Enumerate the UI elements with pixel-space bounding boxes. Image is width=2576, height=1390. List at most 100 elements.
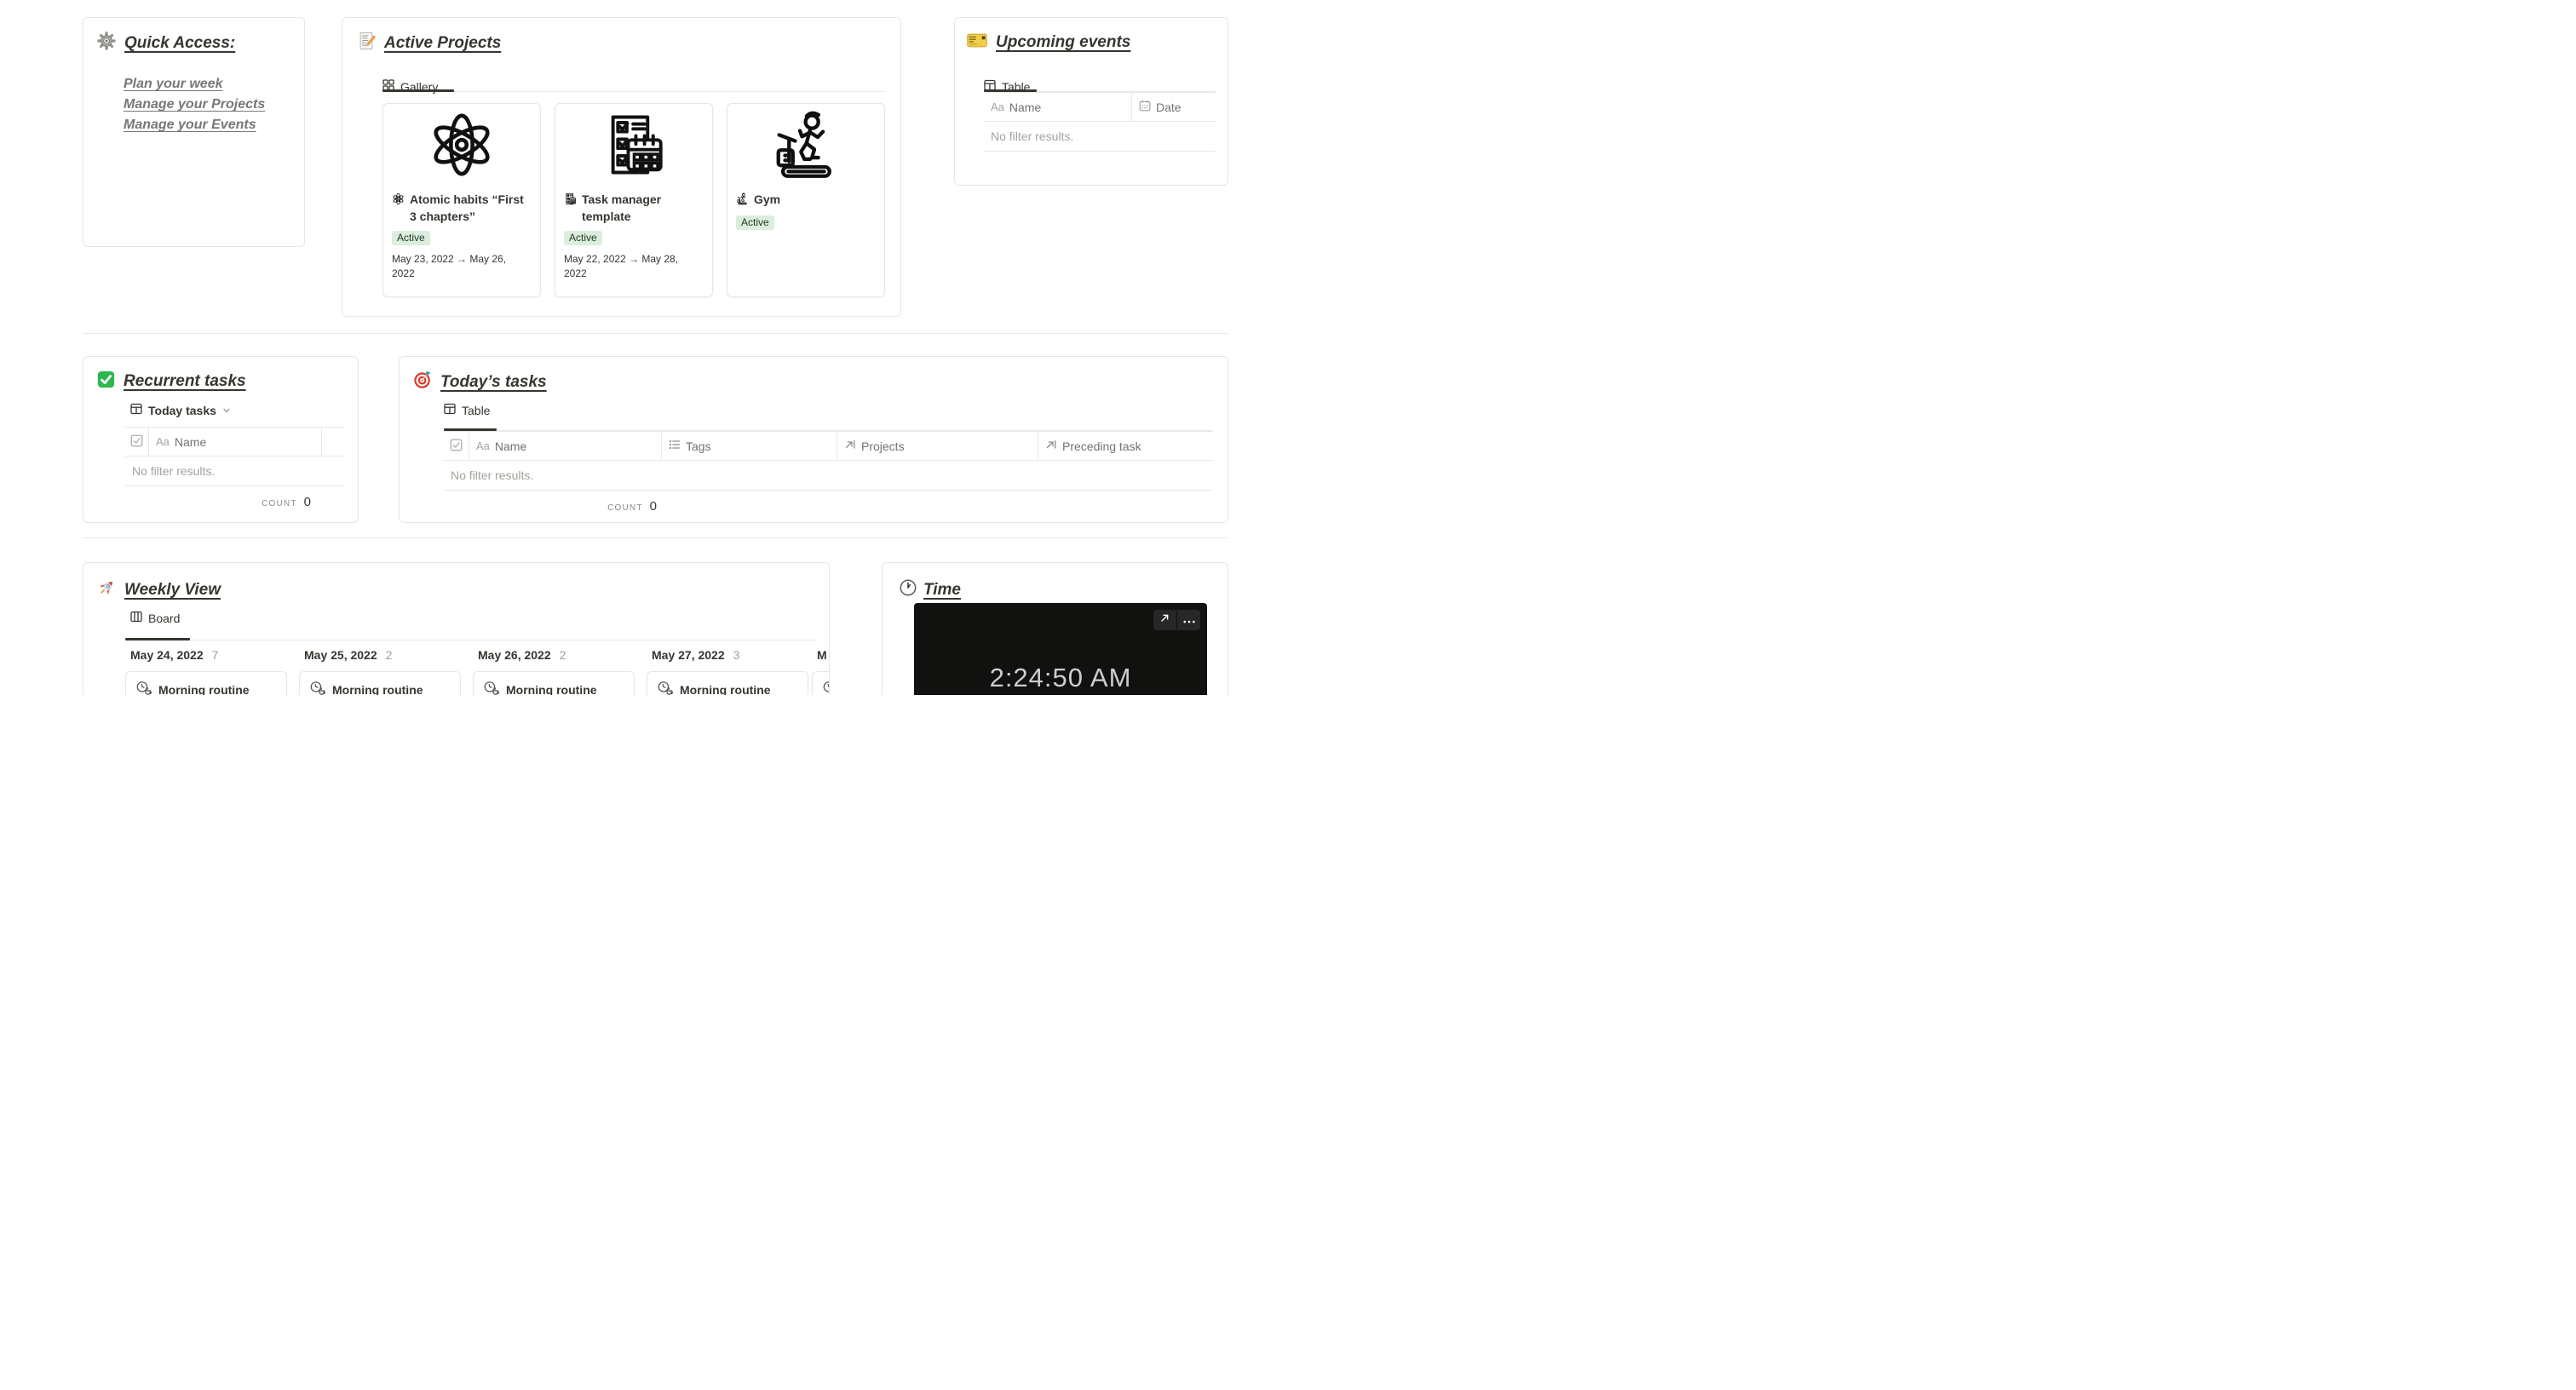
open-in-new-button[interactable] xyxy=(1153,610,1176,630)
events-empty-state: No filter results. xyxy=(984,122,1216,152)
todays-tasks-card: Today’s tasks Table Aa Name Tags Project… xyxy=(399,356,1228,523)
checkbox-icon xyxy=(130,434,143,450)
clock-coffee-icon xyxy=(483,681,499,695)
board-column-may-27: May 27, 2022 3 Morning routine xyxy=(647,646,808,695)
notion-dashboard: Quick Access: Plan your week Manage your… xyxy=(0,0,1288,695)
recurrent-empty-state: No filter results. xyxy=(125,457,344,486)
clock-coffee-icon xyxy=(657,681,673,695)
project-card-gym[interactable]: Gym Active xyxy=(727,103,885,297)
board-column-date: May 26, 2022 xyxy=(478,648,551,662)
board-column-may-26: May 26, 2022 2 Morning routine xyxy=(473,646,635,695)
count-aggregate[interactable]: COUNT 0 xyxy=(262,495,311,509)
column-header-projects[interactable]: Projects xyxy=(837,432,1038,460)
link-plan-your-week[interactable]: Plan your week xyxy=(124,74,223,95)
link-manage-your-projects[interactable]: Manage your Projects xyxy=(124,95,265,115)
column-header-name[interactable]: Aa Name xyxy=(984,93,1132,121)
table-icon xyxy=(130,403,142,417)
treadmill-icon xyxy=(736,192,749,210)
upcoming-events-title[interactable]: Upcoming events xyxy=(996,33,1130,52)
quick-access-title[interactable]: Quick Access: xyxy=(124,34,235,53)
board-card-morning-routine[interactable]: Morning routine xyxy=(299,671,461,695)
board-column-may-24: May 24, 2022 7 Morning routine xyxy=(125,646,287,695)
count-aggregate[interactable]: COUNT 0 xyxy=(444,499,657,514)
active-projects-title[interactable]: Active Projects xyxy=(384,34,501,53)
tabbar-divider xyxy=(382,91,885,92)
todays-empty-state: No filter results. xyxy=(444,461,1212,491)
board-card-morning-routine[interactable]: Morning routine xyxy=(125,671,287,695)
checkbox-icon xyxy=(450,439,463,454)
board-column-count: 3 xyxy=(733,648,740,662)
board-column-date: May 27, 2022 xyxy=(652,648,725,662)
project-title: Gym xyxy=(754,192,781,206)
treadmill-cover-image xyxy=(727,104,884,186)
chevron-down-icon xyxy=(222,404,231,417)
column-header-checkbox[interactable] xyxy=(444,432,469,460)
column-header-date[interactable]: Date xyxy=(1132,93,1216,121)
table-icon xyxy=(444,403,456,417)
quick-access-card: Quick Access: Plan your week Manage your… xyxy=(83,17,305,247)
digital-clock-text: 2:24:50 AM xyxy=(989,663,1132,692)
board-column-partial: M xyxy=(812,646,829,695)
project-card-task-manager[interactable]: Task manager template Active May 22, 202… xyxy=(555,103,713,297)
ellipsis-icon xyxy=(1183,612,1195,628)
more-options-button[interactable] xyxy=(1177,610,1200,630)
active-tab-underline xyxy=(125,638,190,640)
status-badge: Active xyxy=(392,231,430,245)
todays-tasks-title[interactable]: Today’s tasks xyxy=(440,373,547,392)
project-card-atomic-habits[interactable]: Atomic habits “First 3 chapters” Active … xyxy=(382,103,541,297)
link-manage-your-events[interactable]: Manage your Events xyxy=(124,115,256,135)
relation-arrow-icon xyxy=(844,439,856,453)
board-column-count: 7 xyxy=(211,648,219,662)
recurrent-table-header: Aa Name xyxy=(125,427,344,457)
time-title[interactable]: Time xyxy=(923,581,961,600)
events-table-header: Aa Name Date xyxy=(984,92,1216,122)
tab-table[interactable]: Table xyxy=(444,403,490,417)
view-selector-today-tasks[interactable]: Today tasks xyxy=(130,403,231,417)
status-badge: Active xyxy=(564,231,602,245)
widget-controls xyxy=(1153,610,1200,630)
column-header-name[interactable]: Aa Name xyxy=(469,432,662,460)
column-header-name[interactable]: Aa Name xyxy=(149,428,322,456)
board-column-date: May 24, 2022 xyxy=(130,648,204,662)
board-column-date: May 25, 2022 xyxy=(304,648,377,662)
project-dates: May 23, 2022 → May 26, 2022 xyxy=(392,253,507,279)
column-header-preceding-task[interactable]: Preceding task xyxy=(1038,432,1212,460)
recurrent-tasks-card: Recurrent tasks Today tasks Aa Name No f… xyxy=(83,356,359,523)
board-column-date: M xyxy=(817,648,827,662)
project-title: Atomic habits “First 3 chapters” xyxy=(410,192,524,223)
section-divider xyxy=(83,333,1228,334)
calendar-icon xyxy=(1139,100,1151,114)
memo-icon xyxy=(357,32,376,55)
quick-access-links: Plan your week Manage your Projects Mana… xyxy=(124,74,265,135)
tab-board[interactable]: Board xyxy=(130,611,180,625)
open-arrow-icon xyxy=(1159,612,1170,628)
project-dates xyxy=(727,230,884,237)
recurrent-tasks-title[interactable]: Recurrent tasks xyxy=(124,372,246,391)
board-card-partial[interactable] xyxy=(812,671,829,695)
project-dates: May 22, 2022 → May 28, 2022 xyxy=(564,253,679,279)
column-header-checkbox[interactable] xyxy=(125,428,149,456)
task-list-cover-image xyxy=(555,104,712,186)
board-column-count: 2 xyxy=(385,648,393,662)
column-header-tags[interactable]: Tags xyxy=(662,432,837,460)
weekly-view-card: Weekly View Board May 24, 2022 7 Morning… xyxy=(83,562,830,695)
clock-embed-widget: 2:24:50 AM xyxy=(914,603,1207,695)
tags-list-icon xyxy=(669,439,681,453)
board-card-morning-routine[interactable]: Morning routine xyxy=(647,671,808,695)
board-card-morning-routine[interactable]: Morning routine xyxy=(473,671,635,695)
gear-icon xyxy=(97,32,116,55)
todays-table-header: Aa Name Tags Projects Preceding task xyxy=(444,431,1212,461)
check-mark-icon xyxy=(97,370,115,393)
section-divider xyxy=(83,537,1228,538)
weekly-view-title[interactable]: Weekly View xyxy=(124,581,221,600)
clock-icon xyxy=(900,579,917,600)
rocket-icon xyxy=(97,578,116,601)
board-icon xyxy=(130,611,142,625)
clock-coffee-icon xyxy=(135,681,152,695)
board-column-count: 2 xyxy=(559,648,566,662)
status-badge: Active xyxy=(736,215,774,230)
ticket-icon xyxy=(967,33,987,52)
clock-coffee-icon xyxy=(309,681,325,695)
dart-target-icon xyxy=(413,370,432,393)
project-title: Task manager template xyxy=(582,192,662,223)
